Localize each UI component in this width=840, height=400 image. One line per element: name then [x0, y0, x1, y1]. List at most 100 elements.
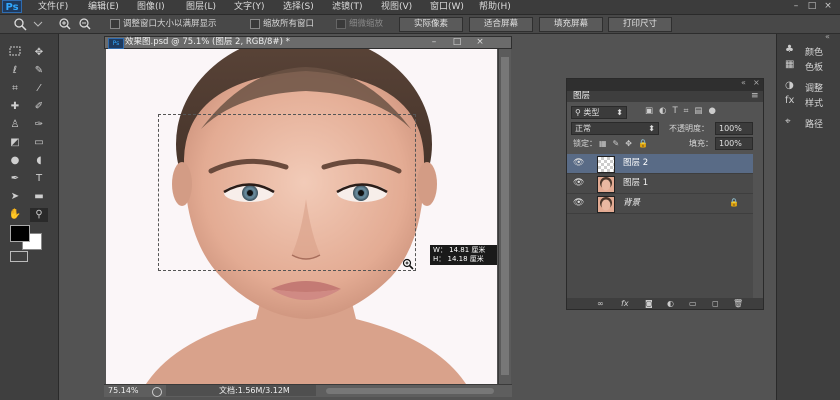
blur-tool-icon[interactable]: ●: [6, 154, 24, 168]
lasso-tool-icon[interactable]: ℓ: [6, 64, 24, 78]
foreground-color-swatch[interactable]: [10, 225, 30, 242]
doc-maximize-button[interactable]: □: [448, 37, 466, 47]
layer-name[interactable]: 图层 1: [623, 177, 648, 190]
layer-row[interactable]: 👁 图层 2: [567, 154, 753, 174]
zoom-cursor-icon: [402, 258, 414, 270]
menu-window[interactable]: 窗口(W): [430, 1, 464, 13]
marquee-tool-icon[interactable]: [6, 46, 24, 60]
swatches-panel-button[interactable]: ▦ 色板: [785, 59, 837, 73]
dodge-tool-icon[interactable]: ◖: [30, 154, 48, 168]
menu-layer[interactable]: 图层(L): [186, 1, 216, 13]
adjustments-panel-button[interactable]: ◑ 调整: [785, 80, 837, 94]
add-mask-icon[interactable]: ◙: [645, 298, 653, 309]
menu-view[interactable]: 视图(V): [381, 1, 412, 13]
eyedropper-tool-icon[interactable]: ⁄: [30, 82, 48, 96]
ps-file-icon: Ps: [108, 38, 124, 49]
layers-panel-footer: ∞ fx ◙ ◐ ▭ ◻ 🗑: [567, 298, 763, 309]
panel-menu-icon[interactable]: ≡: [751, 91, 759, 102]
zoom-all-windows-checkbox[interactable]: [250, 19, 260, 29]
expand-panels-icon[interactable]: «: [825, 32, 830, 41]
paths-panel-button[interactable]: ⌖ 路径: [785, 116, 837, 130]
document-status-bar: 75.14% 文档:1.56M/3.12M: [104, 384, 512, 397]
scrubby-zoom-checkbox[interactable]: [336, 19, 346, 29]
paths-icon: ⌖: [785, 116, 791, 127]
fill-screen-button[interactable]: 填充屏幕: [539, 17, 603, 32]
quick-select-tool-icon[interactable]: ✎: [30, 64, 48, 78]
crop-tool-icon[interactable]: ⌗: [6, 82, 24, 96]
menu-image[interactable]: 图像(I): [137, 1, 165, 13]
new-group-icon[interactable]: ▭: [689, 298, 697, 309]
selection-marquee[interactable]: [158, 114, 416, 271]
trash-icon[interactable]: 🗑: [733, 298, 743, 309]
collapse-panel-icon[interactable]: «: [741, 78, 746, 87]
color-label: 颜色: [805, 48, 824, 58]
layers-tab[interactable]: 图层: [573, 91, 590, 102]
move-tool-icon[interactable]: ✥: [30, 46, 48, 60]
eraser-tool-icon[interactable]: ◩: [6, 136, 24, 150]
new-layer-icon[interactable]: ◻: [712, 298, 719, 309]
menu-file[interactable]: 文件(F): [38, 1, 68, 13]
filter-icons[interactable]: ▣◐T⌗▤●: [645, 106, 755, 117]
styles-panel-button[interactable]: fx 样式: [785, 95, 837, 109]
dimension-tooltip: W： 14.81 厘米 H： 14.18 厘米: [430, 245, 497, 265]
document-canvas[interactable]: W： 14.81 厘米 H： 14.18 厘米: [106, 49, 497, 384]
doc-close-button[interactable]: ×: [471, 37, 489, 47]
visibility-eye-icon[interactable]: 👁: [573, 178, 584, 188]
menu-help[interactable]: 帮助(H): [479, 1, 511, 13]
color-panel-button[interactable]: ♣ 颜色: [785, 44, 837, 58]
quick-mask-icon[interactable]: [10, 251, 28, 262]
shape-tool-icon[interactable]: ▬: [30, 190, 48, 204]
blend-mode-select[interactable]: 正常 ⬍: [571, 122, 659, 135]
visibility-eye-icon[interactable]: 👁: [573, 158, 584, 168]
layer-name[interactable]: 图层 2: [623, 157, 648, 170]
resize-windows-checkbox[interactable]: [110, 19, 120, 29]
doc-minimize-button[interactable]: –: [425, 37, 443, 47]
document-tab[interactable]: Ps 效果图.psd @ 75.1% (图层 2, RGB/8#) * – □ …: [104, 36, 512, 49]
layer-row[interactable]: 👁 图层 1: [567, 174, 753, 194]
layer-name[interactable]: 背景: [623, 197, 640, 210]
healing-brush-icon[interactable]: ✚: [6, 100, 24, 114]
zoom-out-icon[interactable]: [78, 17, 92, 30]
chevron-down-icon: ⬍: [648, 124, 655, 133]
vertical-scrollbar[interactable]: [498, 49, 511, 384]
fit-screen-button[interactable]: 适合屏幕: [469, 17, 533, 32]
minimize-button[interactable]: –: [790, 0, 802, 12]
menu-filter[interactable]: 滤镜(T): [332, 1, 363, 13]
paths-label: 路径: [805, 120, 824, 130]
menu-select[interactable]: 选择(S): [283, 1, 314, 13]
fx-icon[interactable]: fx: [621, 298, 629, 309]
close-panel-icon[interactable]: ×: [753, 78, 760, 87]
zoom-in-icon[interactable]: [58, 17, 72, 30]
layer-thumbnail: [597, 176, 615, 193]
path-select-icon[interactable]: ➤: [6, 190, 24, 204]
clone-stamp-icon[interactable]: ♙: [6, 118, 24, 132]
layer-row[interactable]: 👁 背景 🔒: [567, 194, 753, 214]
scroll-thumb[interactable]: [501, 57, 509, 375]
menu-edit[interactable]: 编辑(E): [88, 1, 119, 13]
blend-mode-value: 正常: [575, 124, 591, 133]
close-button[interactable]: ×: [822, 0, 834, 12]
zoom-level[interactable]: 75.14%: [108, 385, 139, 396]
pen-tool-icon[interactable]: ✒: [6, 172, 24, 186]
history-brush-icon[interactable]: ✑: [30, 118, 48, 132]
gradient-tool-icon[interactable]: ▭: [30, 136, 48, 150]
chevron-down-icon: ⬍: [616, 108, 623, 117]
horizontal-scroll-thumb[interactable]: [326, 388, 494, 394]
print-size-button[interactable]: 打印尺寸: [608, 17, 672, 32]
link-layers-icon[interactable]: ∞: [597, 298, 604, 309]
maximize-button[interactable]: □: [806, 0, 818, 12]
status-info-icon[interactable]: [152, 387, 162, 397]
zoom-tool-icon[interactable]: ⚲: [30, 208, 48, 222]
brush-tool-icon[interactable]: ✐: [30, 100, 48, 114]
hand-tool-icon[interactable]: ✋: [6, 208, 24, 222]
actual-pixels-button[interactable]: 实际像素: [399, 17, 463, 32]
opacity-input[interactable]: 100%: [715, 122, 753, 135]
adjustment-layer-icon[interactable]: ◐: [667, 298, 674, 309]
menu-type[interactable]: 文字(Y): [234, 1, 265, 13]
layer-filter-select[interactable]: ⚲ 类型 ⬍: [571, 106, 627, 119]
visibility-eye-icon[interactable]: 👁: [573, 198, 584, 208]
fill-input[interactable]: 100%: [715, 137, 753, 150]
tool-preset-picker[interactable]: [8, 16, 48, 31]
type-tool-icon[interactable]: T: [30, 172, 48, 186]
lock-icons[interactable]: ▦✎✥🔒: [599, 138, 659, 149]
